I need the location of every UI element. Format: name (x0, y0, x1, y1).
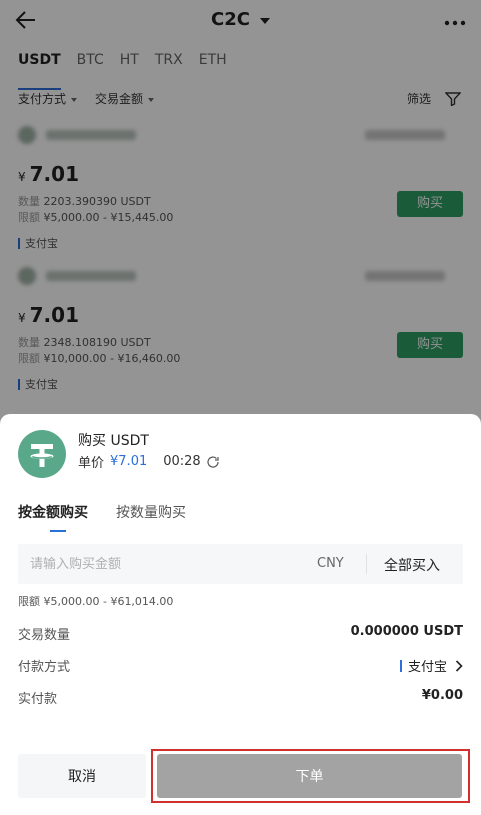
payment-value[interactable]: 支付宝 (399, 656, 463, 675)
alipay-marker (399, 659, 402, 672)
buy-all-button[interactable]: 全部买入 (384, 555, 440, 575)
actual-pay-value: ¥0.00 (421, 688, 463, 703)
quantity-label: 交易数量 (18, 628, 71, 643)
refresh-icon[interactable] (206, 455, 220, 469)
actual-pay-row: 实付款 ¥0.00 (18, 688, 463, 708)
currency-label: CNY (317, 556, 344, 571)
unit-price-value: ¥7.01 (110, 454, 148, 469)
chevron-right-icon (455, 659, 463, 672)
payment-row[interactable]: 付款方式 支付宝 (18, 656, 463, 676)
limit-text: 限额 ¥5,000.00 - ¥61,014.00 (18, 595, 174, 608)
usdt-logo-icon (18, 430, 66, 478)
highlight-box (151, 749, 470, 803)
amount-input-box: CNY 全部买入 (18, 544, 463, 584)
actual-pay-label: 实付款 (18, 692, 58, 707)
tab-buy-by-quantity[interactable]: 按数量购买 (116, 502, 186, 522)
sheet-title: 购买 USDT (78, 433, 149, 449)
quantity-row: 交易数量 0.000000 USDT (18, 624, 463, 644)
divider (366, 554, 367, 574)
countdown-timer: 00:28 (163, 454, 201, 469)
unit-price-label: 单价 (78, 456, 105, 471)
buy-sheet: 购买 USDT 单价 ¥7.01 00:28 按金额购买 按数量购买 CNY 全… (0, 414, 481, 815)
payment-method-name: 支付宝 (407, 660, 447, 675)
payment-label: 付款方式 (18, 660, 71, 675)
unit-price-row: 单价 ¥7.01 00:28 (78, 452, 220, 471)
cancel-button[interactable]: 取消 (18, 754, 146, 798)
buy-mode-tabs: 按金额购买 按数量购买 (18, 502, 214, 532)
tab-buy-by-amount[interactable]: 按金额购买 (18, 502, 88, 532)
amount-input[interactable] (30, 544, 290, 584)
quantity-value: 0.000000 USDT (350, 624, 463, 639)
